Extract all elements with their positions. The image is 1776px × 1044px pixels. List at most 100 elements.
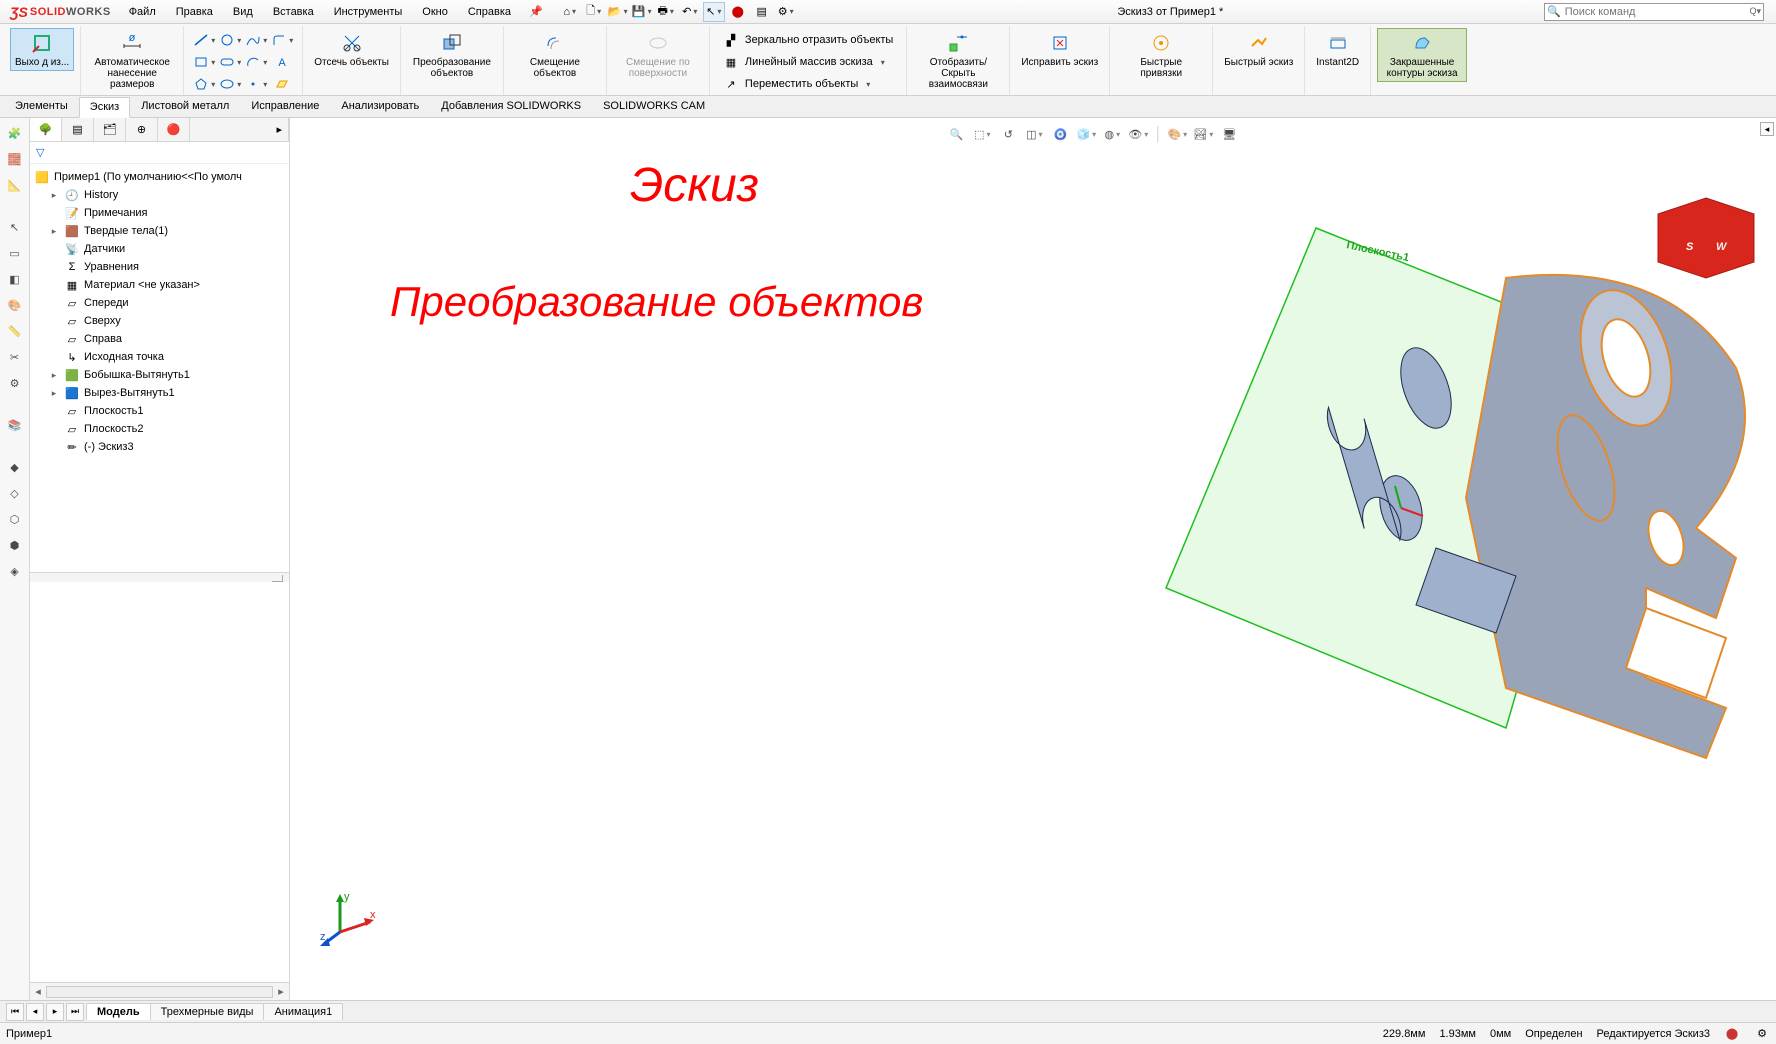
tab-solidworks-cam[interactable]: SOLIDWORKS CAM xyxy=(592,96,716,117)
line-tool-icon[interactable] xyxy=(192,30,216,50)
tab-sketch[interactable]: Эскиз xyxy=(79,97,130,118)
tabnav-first-icon[interactable]: ⏮ xyxy=(6,1003,24,1021)
tree-root[interactable]: 🟨Пример1 (По умолчанию<<По умолч xyxy=(32,168,287,186)
status-rebuild-icon[interactable]: ⬤ xyxy=(1724,1026,1740,1042)
polygon-tool-icon[interactable] xyxy=(192,74,216,94)
apply-scene-icon[interactable]: 🏞 xyxy=(1192,124,1214,144)
tree-plane-right[interactable]: ▱Справа xyxy=(46,330,287,348)
graphics-viewport[interactable]: 🔍 ⬚ ↺ ◫ 🧿 🧊 ◍ 👁 🎨 🏞 🖥 ◂ Эскиз Преобразов… xyxy=(290,118,1776,1000)
misc2-icon[interactable]: ◇ xyxy=(4,482,26,504)
tree-plane-top[interactable]: ▱Сверху xyxy=(46,312,287,330)
menu-view[interactable]: Вид xyxy=(225,4,261,20)
rectangle-tool-icon[interactable] xyxy=(192,52,216,72)
tab-features[interactable]: Элементы xyxy=(4,96,79,117)
menu-help[interactable]: Справка xyxy=(460,4,519,20)
exit-sketch-button[interactable]: Выхо д из... xyxy=(10,28,74,71)
tree-boss-extrude[interactable]: ▸🟩Бобышка-Вытянуть1 xyxy=(46,366,287,384)
command-search[interactable]: 🔍 Q▾ xyxy=(1544,3,1764,21)
fillet-tool-icon[interactable] xyxy=(270,30,294,50)
box-sel-icon[interactable]: ▭ xyxy=(4,242,26,264)
slot-tool-icon[interactable] xyxy=(218,52,242,72)
fm-tab-dim[interactable]: ⊕ xyxy=(126,118,158,141)
fm-tab-property[interactable]: ▤ xyxy=(62,118,94,141)
menu-edit[interactable]: Правка xyxy=(168,4,221,20)
tab-3dviews[interactable]: Трехмерные виды xyxy=(150,1003,265,1020)
print-icon[interactable]: 🖶 xyxy=(655,2,677,22)
tab-animation1[interactable]: Анимация1 xyxy=(263,1003,343,1020)
text-tool-icon[interactable]: A xyxy=(270,52,294,72)
tab-sheet-metal[interactable]: Листовой металл xyxy=(130,96,240,117)
collapse-tree-icon[interactable]: ◂ xyxy=(1760,122,1774,136)
cube-icon[interactable]: ◧ xyxy=(4,268,26,290)
shaded-sketch-contours-button[interactable]: Закрашенные контуры эскиза xyxy=(1377,28,1467,82)
fm-tab-more[interactable]: ▸ xyxy=(190,118,289,141)
ellipse-tool-icon[interactable] xyxy=(218,74,242,94)
tab-model[interactable]: Модель xyxy=(86,1003,151,1020)
view-settings-icon[interactable]: 🖥 xyxy=(1218,124,1240,144)
plane-tool-icon[interactable] xyxy=(270,74,294,94)
tree-plane2[interactable]: ▱Плоскость2 xyxy=(46,420,287,438)
misc4-icon[interactable]: ⬢ xyxy=(4,534,26,556)
move-entities-button[interactable]: ↗Переместить объекты xyxy=(718,74,898,94)
dynamic-view-icon[interactable]: 🧿 xyxy=(1049,124,1071,144)
tree-equations[interactable]: ΣУравнения xyxy=(46,258,287,276)
instant2d-button[interactable]: Instant2D xyxy=(1311,28,1364,71)
menu-tools[interactable]: Инструменты xyxy=(326,4,411,20)
select-cursor-icon[interactable]: ↖ xyxy=(703,2,725,22)
config-icon[interactable]: ⚙ xyxy=(4,372,26,394)
assembly-icon[interactable]: 🧱 xyxy=(4,148,26,170)
tabnav-next-icon[interactable]: ▸ xyxy=(46,1003,64,1021)
undo-icon[interactable]: ↶ xyxy=(679,2,701,22)
select-icon[interactable]: ↖ xyxy=(4,216,26,238)
mirror-entities-button[interactable]: ▞Зеркально отразить объекты xyxy=(718,30,898,50)
tree-plane-front[interactable]: ▱Спереди xyxy=(46,294,287,312)
hide-show-icon[interactable]: 👁 xyxy=(1127,124,1149,144)
save-icon[interactable]: 💾 xyxy=(631,2,653,22)
rapid-sketch-button[interactable]: Быстрый эскиз xyxy=(1219,28,1298,71)
quick-snaps-button[interactable]: Быстрые привязки xyxy=(1116,28,1206,82)
tree-plane1[interactable]: ▱Плоскость1 xyxy=(46,402,287,420)
scroll-right-icon[interactable]: ▸ xyxy=(273,985,289,998)
scroll-left-icon[interactable]: ◂ xyxy=(30,985,46,998)
misc3-icon[interactable]: ⬡ xyxy=(4,508,26,530)
feature-tree[interactable]: 🟨Пример1 (По умолчанию<<По умолч ▸🕘Histo… xyxy=(30,164,289,572)
zoom-area-icon[interactable]: ⬚ xyxy=(971,124,993,144)
tree-sensors[interactable]: 📡Датчики xyxy=(46,240,287,258)
part-icon[interactable]: 🧩 xyxy=(4,122,26,144)
library-icon[interactable]: 📚 xyxy=(4,414,26,436)
repair-sketch-button[interactable]: Исправить эскиз xyxy=(1016,28,1103,71)
fm-tab-display[interactable]: 🔴 xyxy=(158,118,190,141)
edit-appearance-icon[interactable]: 🎨 xyxy=(1166,124,1188,144)
panel-scrollbar[interactable]: ◂ ▸ xyxy=(30,982,289,1000)
zoom-fit-icon[interactable]: 🔍 xyxy=(945,124,967,144)
tabnav-prev-icon[interactable]: ◂ xyxy=(26,1003,44,1021)
menu-file[interactable]: Файл xyxy=(121,4,164,20)
tree-cut-extrude[interactable]: ▸🟦Вырез-Вытянуть1 xyxy=(46,384,287,402)
spline-tool-icon[interactable] xyxy=(244,30,268,50)
tree-sketch3[interactable]: ✏(-) Эскиз3 xyxy=(46,438,287,456)
settings-gear-icon[interactable]: ⚙ xyxy=(775,2,797,22)
tab-analyze[interactable]: Анализировать xyxy=(330,96,430,117)
arc-tool-icon[interactable] xyxy=(244,52,268,72)
rebuild-icon[interactable]: ⬤ xyxy=(727,2,749,22)
open-icon[interactable]: 📂 xyxy=(607,2,629,22)
tree-material[interactable]: ▦Материал <не указан> xyxy=(46,276,287,294)
pin-icon[interactable]: 📌 xyxy=(523,5,549,18)
tree-solid-bodies[interactable]: ▸🟫Твердые тела(1) xyxy=(46,222,287,240)
home-icon[interactable]: ⌂ xyxy=(559,2,581,22)
offset-entities-button[interactable]: Смещение объектов xyxy=(510,28,600,82)
search-dropdown-icon[interactable]: Q▾ xyxy=(1749,6,1761,17)
trim-entities-button[interactable]: Отсечь объекты xyxy=(309,28,394,71)
options-list-icon[interactable]: ▤ xyxy=(751,2,773,22)
menu-window[interactable]: Окно xyxy=(414,4,456,20)
misc5-icon[interactable]: ◈ xyxy=(4,560,26,582)
status-custom-icon[interactable]: ⚙ xyxy=(1754,1026,1770,1042)
section-view-icon[interactable]: ◫ xyxy=(1023,124,1045,144)
linear-pattern-button[interactable]: ▦Линейный массив эскиза xyxy=(718,52,898,72)
new-doc-icon[interactable]: 🗋 xyxy=(583,2,605,22)
tree-annotations[interactable]: 📝Примечания xyxy=(46,204,287,222)
command-search-input[interactable] xyxy=(1565,6,1746,18)
tree-origin[interactable]: ↳Исходная точка xyxy=(46,348,287,366)
display-relations-button[interactable]: Отобразить/Скрыть взаимосвязи xyxy=(913,28,1003,93)
drawing-icon[interactable]: 📐 xyxy=(4,174,26,196)
